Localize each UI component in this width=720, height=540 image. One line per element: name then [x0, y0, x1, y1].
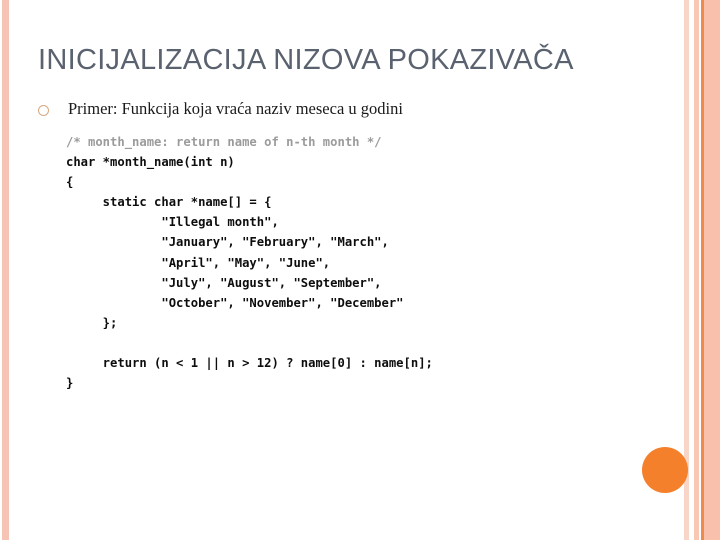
- code-listing: /* month_name: return name of n-th month…: [66, 132, 433, 393]
- code-line: "July", "August", "September",: [66, 275, 382, 290]
- slide-title: INICIJALIZACIJA NIZOVA POKAZIVAČA: [38, 44, 574, 77]
- code-line: char *month_name(int n): [66, 155, 235, 170]
- bullet-item-label: Primer: Funkcija koja vraća naziv meseca…: [68, 99, 403, 118]
- code-line: "Illegal month",: [66, 215, 279, 230]
- code-line: "October", "November", "December": [66, 295, 404, 310]
- bullet-circle-icon: [38, 105, 49, 116]
- orange-circle-decoration: [642, 447, 688, 493]
- code-line: "January", "February", "March",: [66, 235, 389, 250]
- code-line: static char *name[] = {: [66, 195, 272, 210]
- decoration-stripe-left: [2, 0, 9, 540]
- decoration-stripe-right-wide: [704, 0, 720, 540]
- code-line: return (n < 1 || n > 12) ? name[0] : nam…: [66, 356, 433, 371]
- code-line: /* month_name: return name of n-th month…: [66, 135, 382, 149]
- bullet-item: Primer: Funkcija koja vraća naziv meseca…: [38, 99, 403, 119]
- code-line: }: [66, 376, 74, 391]
- code-line: "April", "May", "June",: [66, 255, 331, 270]
- code-line: };: [66, 315, 118, 330]
- decoration-stripe-right-mid: [694, 0, 699, 540]
- code-line: {: [66, 175, 74, 190]
- slide-canvas: INICIJALIZACIJA NIZOVA POKAZIVAČA Primer…: [0, 0, 720, 540]
